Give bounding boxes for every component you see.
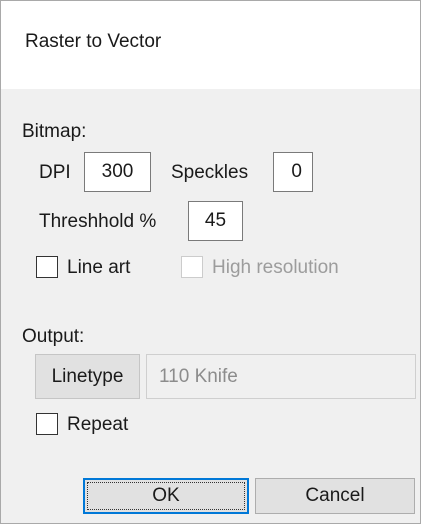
repeat-label[interactable]: Repeat [67,414,128,436]
output-section-label: Output: [22,326,85,347]
line-art-checkbox[interactable] [36,256,58,278]
dialog-title: Raster to Vector [25,31,162,52]
dpi-label: DPI [39,162,71,183]
linetype-button[interactable]: Linetype [35,354,140,399]
cancel-button[interactable]: Cancel [255,478,415,514]
high-resolution-label: High resolution [212,257,339,278]
threshold-label: Threshhold % [39,211,157,232]
raster-to-vector-dialog: Raster to Vector Bitmap: DPI 300 Speckle… [0,0,421,524]
title-bar: Raster to Vector [1,1,420,89]
bitmap-section-label: Bitmap: [22,121,87,142]
threshold-input[interactable]: 45 [188,201,243,241]
dpi-input[interactable]: 300 [84,152,151,192]
linetype-field: 110 Knife [146,354,416,399]
high-resolution-checkbox [181,256,203,278]
ok-button[interactable]: OK [83,478,249,514]
line-art-label[interactable]: Line art [67,257,130,279]
speckles-input[interactable]: 0 [273,152,313,192]
speckles-label: Speckles [171,162,249,183]
focus-ring [87,482,245,510]
repeat-checkbox[interactable] [36,413,58,435]
